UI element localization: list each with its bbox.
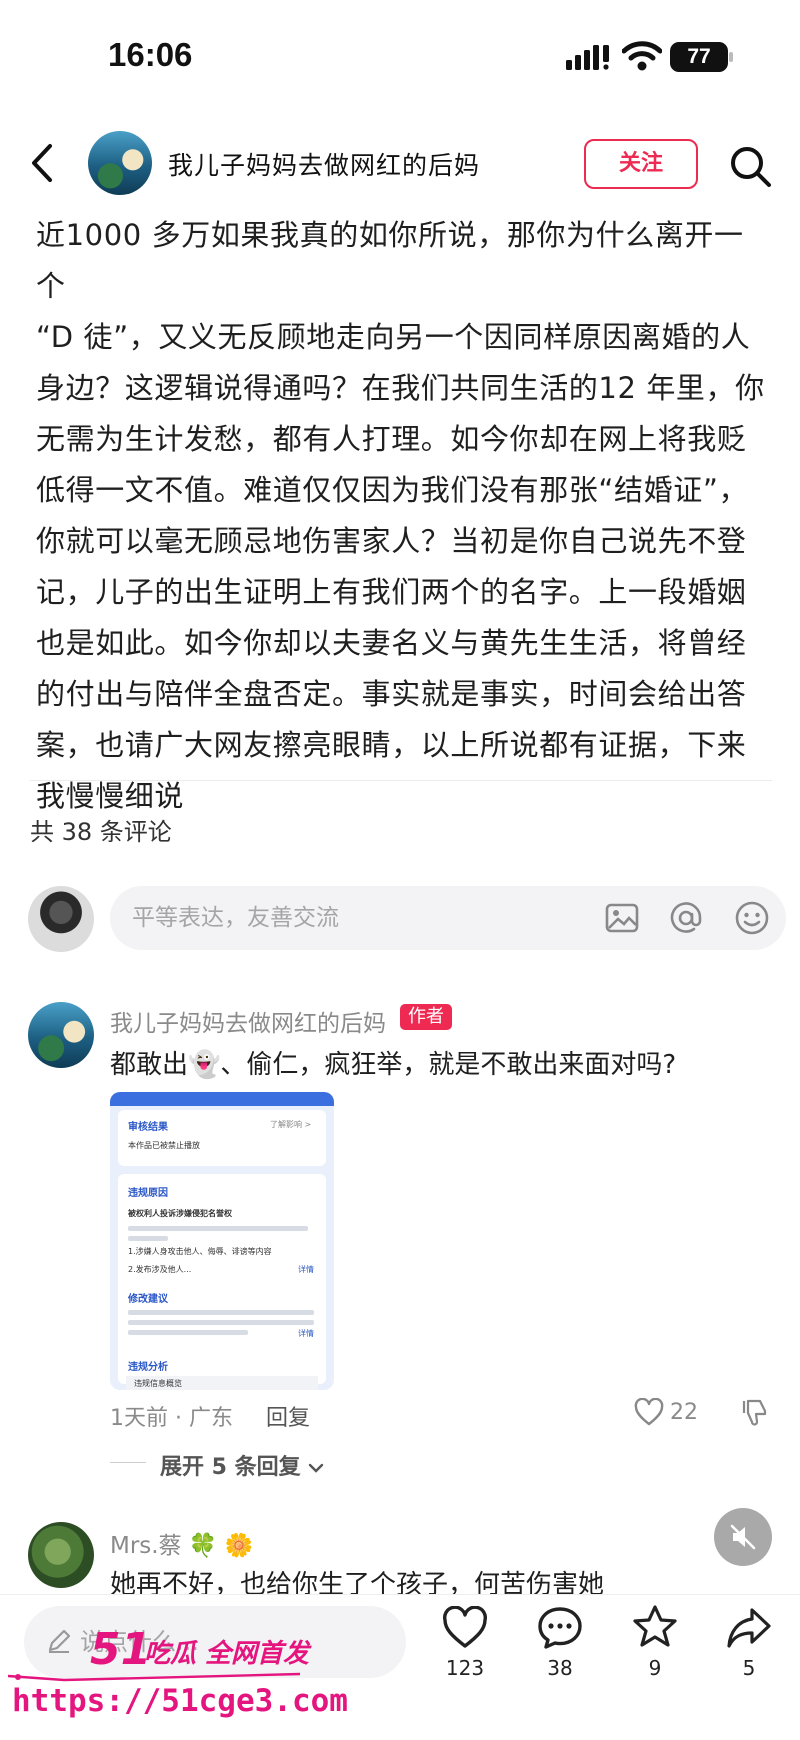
image-card: 审核结果 了解影响 > 本作品已被禁止播放 — [118, 1110, 326, 1166]
like-icon[interactable] — [634, 1398, 664, 1426]
image-subcard: 违规信息概览 — [126, 1376, 318, 1390]
favorite-icon[interactable] — [632, 1604, 678, 1648]
image-text: 本作品已被禁止播放 — [128, 1141, 200, 1150]
comment-text: 都敢出👻、偷仁，疯狂举，就是不敢出来面对吗? — [110, 1044, 676, 1081]
image-section-title: 违规分析 — [128, 1362, 168, 1373]
commenter-name[interactable]: Mrs.蔡 🍀 🌼 — [110, 1526, 254, 1560]
follow-button[interactable]: 关注 — [584, 139, 698, 189]
expand-divider — [110, 1462, 146, 1463]
watermark-swoosh — [7, 1672, 301, 1682]
mention-icon[interactable] — [668, 900, 704, 936]
image-text: 1.涉嫌人身攻击他人、侮辱、诽谤等内容 — [128, 1247, 272, 1256]
my-avatar[interactable] — [28, 886, 94, 952]
image-section-title: 修改建议 — [128, 1294, 168, 1305]
post-line: 近1000 多万如果我真的如你所说，那你为什么离开一个 — [36, 218, 744, 303]
post-line: “D 徒”，又义无反顾地走向另一个因同样原因离婚的人 — [36, 320, 751, 354]
comment-count: 共 38 条评论 — [30, 818, 172, 846]
commenter-avatar[interactable] — [28, 1002, 94, 1068]
divider — [30, 780, 772, 781]
comment-text-part: 、偷仁，疯狂举，就是不敢出来面对吗? — [220, 1050, 677, 1080]
post-line: 记，儿子的出生证明上有我们两个的名字。上一段婚姻 — [36, 575, 747, 609]
image-text-line — [128, 1320, 314, 1325]
image-text: 2.发布涉及他人... — [128, 1265, 192, 1274]
muted-speaker-icon — [730, 1524, 756, 1550]
commenter-name[interactable]: 我儿子妈妈去做网红的后妈 — [110, 1004, 386, 1038]
post-line: 无需为生计发愁，都有人打理。如今你却在网上将我贬 — [36, 422, 747, 456]
like-icon[interactable] — [442, 1606, 488, 1650]
comment-text-part: 都敢出 — [110, 1050, 189, 1080]
back-icon[interactable] — [26, 142, 60, 184]
image-card: 违规原因 被权利人投诉涉嫌侵犯名誉权 1.涉嫌人身攻击他人、侮辱、诽谤等内容 2… — [118, 1174, 326, 1384]
status-time: 16:06 — [108, 36, 193, 73]
image-text-line — [128, 1226, 308, 1231]
comment-count-bar: 38 — [547, 1656, 573, 1680]
header-avatar[interactable] — [88, 131, 152, 195]
post-line: 的付出与陪伴全盘否定。事实就是事实，时间会给出答 — [36, 677, 747, 711]
image-detail-link: 详情 — [298, 1329, 314, 1338]
comment-icon[interactable] — [537, 1606, 583, 1650]
cellular-signal-icon — [566, 45, 609, 70]
image-top-bar — [110, 1092, 334, 1106]
image-text: 违规信息概览 — [134, 1379, 182, 1388]
image-text: 被权利人投诉涉嫌侵犯名誉权 — [128, 1209, 232, 1218]
image-text-line — [128, 1310, 314, 1315]
emoji-icon[interactable] — [734, 900, 770, 936]
chevron-down-icon — [309, 1463, 324, 1473]
image-link: 了解影响 > — [270, 1120, 312, 1129]
post-line: 也是如此。如今你却以夫妻名义与黄先生生活，将曾经 — [36, 626, 747, 660]
wifi-icon — [622, 41, 662, 71]
expand-replies-label: 展开 5 条回复 — [160, 1455, 301, 1480]
name-emojis: 🍀 🌼 — [188, 1533, 254, 1559]
search-icon[interactable] — [728, 144, 772, 188]
commenter-name-text: Mrs.蔡 — [110, 1533, 182, 1559]
expand-replies-button[interactable]: 展开 5 条回复 — [160, 1449, 324, 1481]
author-badge: 作者 — [400, 1004, 452, 1030]
ghost-emoji: 👻 — [188, 1050, 221, 1080]
post-line: 低得一文不值。难道仅仅因为我们没有那张“结婚证”， — [36, 473, 749, 507]
image-section-title: 审核结果 — [128, 1122, 168, 1133]
like-count: 123 — [445, 1656, 485, 1680]
post-line: 身边？这逻辑说得通吗？在我们共同生活的12 年里，你 — [36, 371, 765, 405]
comment-like-count: 22 — [670, 1400, 698, 1425]
pencil-icon — [48, 1629, 71, 1653]
mute-button[interactable] — [714, 1508, 772, 1566]
post-body: 近1000 多万如果我真的如你所说，那你为什么离开一个 “D 徒”，又义无反顾地… — [36, 210, 768, 822]
dislike-icon[interactable] — [740, 1398, 768, 1426]
svg-text:吃瓜 全网首发: 吃瓜 全网首发 — [144, 1639, 312, 1669]
share-count: 5 — [742, 1656, 756, 1680]
comment-time-location: 1天前 · 广东 — [110, 1406, 233, 1431]
post-line: 你就可以毫无顾忌地伤害家人？当初是你自己说先不登 — [36, 524, 747, 558]
favorite-count: 9 — [648, 1656, 662, 1680]
post-line: 案，也请广大网友擦亮眼睛，以上所说都有证据，下来 — [36, 728, 747, 762]
comment-image[interactable]: 审核结果 了解影响 > 本作品已被禁止播放 违规原因 被权利人投诉涉嫌侵犯名誉权… — [110, 1092, 334, 1390]
image-text-line — [128, 1330, 248, 1335]
watermark-url: https://51cge3.com — [12, 1683, 348, 1719]
image-section-title: 违规原因 — [128, 1188, 168, 1199]
battery-tip — [729, 52, 733, 62]
reply-button[interactable]: 回复 — [266, 1400, 310, 1432]
share-icon[interactable] — [726, 1606, 772, 1650]
image-text-line — [128, 1236, 168, 1241]
header-title[interactable]: 我儿子妈妈去做网红的后妈 — [168, 146, 480, 182]
image-icon[interactable] — [604, 900, 640, 936]
commenter-avatar[interactable] — [28, 1522, 94, 1588]
battery-indicator: 77 — [670, 42, 728, 72]
image-detail-link: 详情 — [298, 1265, 314, 1274]
